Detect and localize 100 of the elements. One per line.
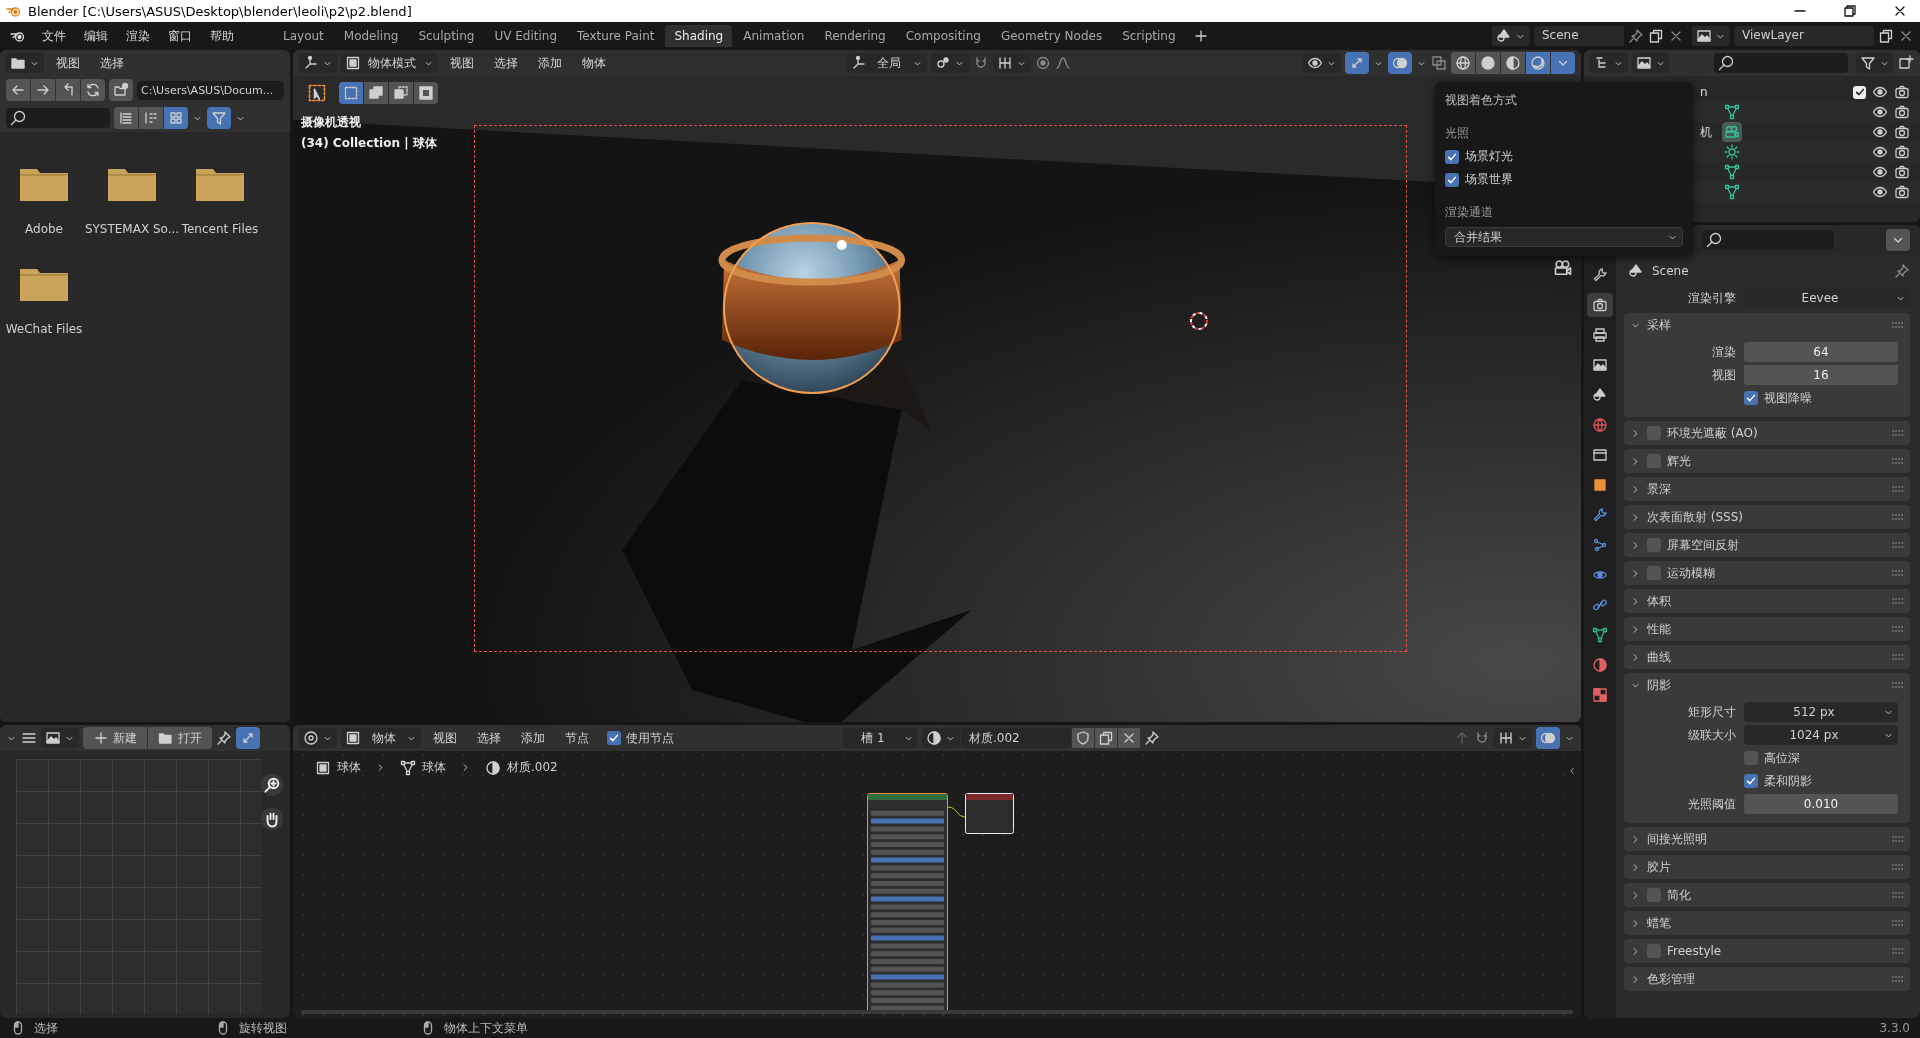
checkbox-label[interactable]: 场景世界 xyxy=(1465,171,1513,188)
checkbox-label[interactable]: 柔和阴影 xyxy=(1764,772,1812,790)
search-field[interactable] xyxy=(1714,53,1848,73)
camera-icon[interactable] xyxy=(1894,184,1910,200)
drag-handle-icon[interactable] xyxy=(1892,863,1904,871)
display-mode-button[interactable] xyxy=(114,107,138,129)
display-mode-button[interactable] xyxy=(139,107,163,129)
drag-handle-icon[interactable] xyxy=(1892,485,1904,493)
checkbox[interactable] xyxy=(1647,538,1661,552)
movie-camera-icon[interactable] xyxy=(1724,124,1740,140)
eye-icon[interactable] xyxy=(1872,144,1888,160)
overlay-toggle-button[interactable] xyxy=(1536,727,1560,749)
panel-title[interactable]: 蜡笔 xyxy=(1647,914,1671,932)
refresh-button[interactable] xyxy=(81,79,105,101)
drag-handle-icon[interactable] xyxy=(1892,513,1904,521)
drag-handle-icon[interactable] xyxy=(1892,835,1904,843)
shading-button[interactable] xyxy=(1526,52,1550,74)
outliner-item-name[interactable]: 机 xyxy=(1700,123,1716,141)
copy-icon[interactable] xyxy=(1648,28,1664,44)
panel-title[interactable]: 体积 xyxy=(1647,592,1671,610)
drag-handle-icon[interactable] xyxy=(1892,891,1904,899)
panel-title[interactable]: Freestyle xyxy=(1667,944,1722,958)
slot-dropdown[interactable]: 槽 1 xyxy=(842,728,918,748)
file-name[interactable]: Adobe xyxy=(25,222,63,236)
menu-item[interactable]: 选择 xyxy=(486,52,526,74)
folder-icon[interactable] xyxy=(195,166,245,202)
checkbox[interactable] xyxy=(607,731,621,745)
back-button[interactable] xyxy=(6,79,30,101)
drag-handle-icon[interactable] xyxy=(1892,681,1904,689)
menu-icon[interactable] xyxy=(21,730,37,746)
menu-item[interactable]: 节点 xyxy=(557,727,597,749)
camera-icon[interactable] xyxy=(1894,124,1910,140)
options-dropdown[interactable] xyxy=(1886,229,1910,251)
image-browse-button[interactable] xyxy=(41,728,79,748)
mesh-icon[interactable] xyxy=(1724,184,1740,200)
dropdown[interactable]: 1024 px xyxy=(1744,725,1898,745)
eye-icon[interactable] xyxy=(1872,184,1888,200)
checkbox[interactable] xyxy=(1744,774,1758,788)
gizmo-toggle-button[interactable] xyxy=(1345,52,1369,74)
checkbox[interactable] xyxy=(1445,149,1459,164)
open-image-button[interactable]: 打开 xyxy=(148,727,212,749)
panel-title[interactable]: 间接光照明 xyxy=(1647,830,1707,848)
menu-item[interactable]: 渲染 xyxy=(118,25,158,47)
scene-field[interactable]: Scene xyxy=(1534,26,1624,46)
workspace-tab[interactable]: Sculpting xyxy=(409,25,484,47)
sun-icon[interactable] xyxy=(1724,144,1740,160)
snap-dropdown[interactable] xyxy=(1494,728,1532,748)
magnet-icon[interactable] xyxy=(1474,730,1490,746)
mesh-icon[interactable] xyxy=(1724,104,1740,120)
editor-type-button[interactable] xyxy=(6,53,44,73)
drag-handle-icon[interactable] xyxy=(1892,919,1904,927)
menu-item[interactable]: 视图 xyxy=(48,52,88,74)
checkbox[interactable] xyxy=(1445,172,1459,187)
checkbox[interactable] xyxy=(1647,888,1661,902)
overlay-toggle-button[interactable] xyxy=(1388,52,1412,74)
filter-dropdown[interactable] xyxy=(1856,53,1894,73)
shading-button[interactable] xyxy=(1476,52,1500,74)
camera-icon[interactable] xyxy=(1894,84,1910,100)
drag-handle-icon[interactable] xyxy=(1892,541,1904,549)
checkbox[interactable] xyxy=(1647,944,1661,958)
folder-icon[interactable] xyxy=(19,266,69,302)
material-name-field[interactable]: 材质.002 xyxy=(961,728,1071,748)
gizmo-toggle-button[interactable] xyxy=(236,727,260,749)
zoom-icon[interactable] xyxy=(260,773,284,797)
menu-item[interactable]: 添加 xyxy=(530,52,570,74)
workspace-tab[interactable]: Texture Paint xyxy=(568,25,664,47)
number-field[interactable]: 64 xyxy=(1744,342,1898,362)
mode-dropdown[interactable]: 物体模式 xyxy=(341,53,438,73)
dropdown[interactable]: 512 px xyxy=(1744,702,1898,722)
pivot-dropdown[interactable] xyxy=(930,53,969,73)
render-engine-dropdown[interactable]: Eevee xyxy=(1744,288,1910,308)
workspace-tab[interactable]: Modeling xyxy=(334,25,408,47)
panel-title[interactable]: 胶片 xyxy=(1647,858,1671,876)
menu-item[interactable]: 视图 xyxy=(442,52,482,74)
output-node[interactable] xyxy=(965,793,1014,834)
scene-browse-button[interactable] xyxy=(1492,26,1530,46)
drag-handle-icon[interactable] xyxy=(1892,429,1904,437)
hand-icon[interactable] xyxy=(260,807,284,831)
eye-icon[interactable] xyxy=(1872,164,1888,180)
drag-handle-icon[interactable] xyxy=(1892,597,1904,605)
menu-item[interactable]: 选择 xyxy=(92,52,132,74)
editor-type-button[interactable] xyxy=(1590,53,1628,73)
menu-item[interactable]: 视图 xyxy=(425,727,465,749)
folder-icon[interactable] xyxy=(19,166,69,202)
eye-icon[interactable] xyxy=(1872,104,1888,120)
workspace-tab[interactable]: Compositing xyxy=(896,25,990,47)
properties-tab[interactable] xyxy=(1587,293,1613,317)
workspace-tab[interactable]: UV Editing xyxy=(485,25,567,47)
forward-button[interactable] xyxy=(31,79,55,101)
checkbox[interactable] xyxy=(1853,85,1866,99)
search-field[interactable] xyxy=(1702,230,1834,250)
view-layer-field[interactable]: ViewLayer xyxy=(1734,26,1874,46)
path-field[interactable]: C:\Users\ASUS\Docum... xyxy=(137,80,284,100)
pin-icon[interactable] xyxy=(1144,730,1160,746)
orientation-dropdown[interactable]: 全局 xyxy=(846,53,927,73)
panel-title[interactable]: 屏幕空间反射 xyxy=(1667,536,1739,554)
menu-item[interactable]: 物体 xyxy=(574,52,614,74)
copy-icon[interactable] xyxy=(1878,28,1894,44)
fake-user-button[interactable] xyxy=(1072,728,1094,748)
shader-type-dropdown[interactable]: 物体 xyxy=(341,728,421,748)
